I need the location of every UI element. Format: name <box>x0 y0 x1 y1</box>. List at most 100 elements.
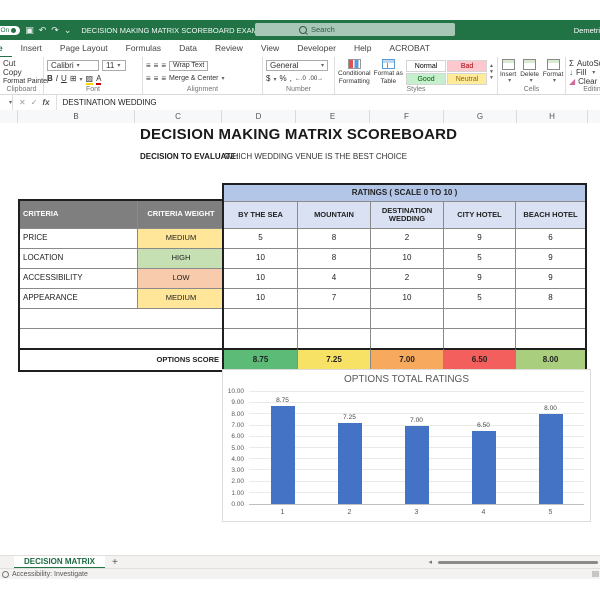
tab-data[interactable]: Data <box>170 40 206 58</box>
weight-cell[interactable]: MEDIUM <box>137 288 224 308</box>
score-cell[interactable]: 7 <box>297 288 370 308</box>
score-cell[interactable]: 8 <box>297 248 370 268</box>
copy-button[interactable]: Copy <box>3 68 22 77</box>
criteria-cell[interactable]: APPEARANCE <box>20 288 137 308</box>
empty-cell[interactable] <box>20 328 224 348</box>
percent-button[interactable]: % <box>279 74 286 83</box>
scroll-left-icon[interactable]: ◂ <box>428 558 432 566</box>
weight-cell[interactable]: LOW <box>137 268 224 288</box>
score-cell[interactable]: 10 <box>224 248 297 268</box>
enter-icon[interactable]: ✓ <box>31 98 38 107</box>
options-score-value[interactable]: 7.25 <box>297 348 370 370</box>
tab-home[interactable]: Home <box>0 40 12 58</box>
style-chip-good[interactable]: Good <box>406 73 447 85</box>
chart-bar[interactable] <box>538 414 563 504</box>
tab-developer[interactable]: Developer <box>288 40 345 58</box>
search-input[interactable]: Search <box>255 23 455 36</box>
tab-page-layout[interactable]: Page Layout <box>51 40 117 58</box>
format-painter-button[interactable]: Format Painter <box>3 78 49 85</box>
criteria-cell[interactable]: ACCESSIBILITY <box>20 268 137 288</box>
score-cell[interactable]: 5 <box>224 228 297 248</box>
empty-cell[interactable] <box>515 308 585 328</box>
align-bottom-icon[interactable]: ≡ <box>161 61 166 70</box>
autosave-toggle[interactable]: On <box>0 25 21 35</box>
column-header-E[interactable]: E <box>296 110 370 123</box>
column-header-B[interactable]: B <box>18 110 135 123</box>
redo-icon[interactable]: ↷ <box>51 25 59 36</box>
fill-color-button[interactable]: ▨ <box>86 74 94 83</box>
borders-button[interactable]: ⊞ ▾ <box>70 74 83 83</box>
select-all-corner[interactable] <box>0 110 18 123</box>
undo-icon[interactable]: ↶ <box>39 25 47 36</box>
cut-button[interactable]: Cut <box>3 59 15 68</box>
column-header-F[interactable]: F <box>370 110 444 123</box>
options-score-value[interactable]: 8.75 <box>224 348 297 370</box>
empty-cell[interactable] <box>443 308 515 328</box>
empty-cell[interactable] <box>370 308 443 328</box>
empty-cell[interactable] <box>443 328 515 348</box>
insert-cells-button[interactable]: Insert ▾ <box>500 59 516 85</box>
score-cell[interactable]: 5 <box>443 248 515 268</box>
increase-decimal-button[interactable]: ←.0 <box>295 76 306 82</box>
number-format-select[interactable]: General ▾ <box>266 60 328 71</box>
delete-cells-button[interactable]: Delete ▾ <box>520 59 539 85</box>
score-cell[interactable]: 8 <box>297 228 370 248</box>
score-cell[interactable]: 10 <box>224 268 297 288</box>
font-name-select[interactable]: Calibri ▾ <box>47 60 99 71</box>
cancel-icon[interactable]: ✕ <box>19 98 26 107</box>
style-chip-neutral[interactable]: Neutral <box>447 73 488 85</box>
tab-formulas[interactable]: Formulas <box>117 40 170 58</box>
styles-gallery-arrows[interactable]: ▲ ▼ ▼ <box>489 59 494 85</box>
underline-button[interactable]: U <box>61 74 67 83</box>
score-cell[interactable]: 2 <box>370 228 443 248</box>
options-score-value[interactable]: 6.50 <box>443 348 515 370</box>
sheet-grid[interactable]: DECISION MAKING MATRIX SCOREBOARD DECISI… <box>0 123 600 555</box>
weight-cell[interactable]: MEDIUM <box>137 228 224 248</box>
weight-cell[interactable]: HIGH <box>137 248 224 268</box>
options-score-value[interactable]: 7.00 <box>370 348 443 370</box>
tab-view[interactable]: View <box>252 40 288 58</box>
empty-cell[interactable] <box>20 308 224 328</box>
formula-input[interactable]: DESTINATION WEDDING <box>57 98 157 107</box>
column-header-H[interactable]: H <box>517 110 588 123</box>
format-as-table-button[interactable]: Format as Table <box>373 59 405 85</box>
score-cell[interactable]: 5 <box>443 288 515 308</box>
align-center-icon[interactable]: ≡ <box>154 74 159 83</box>
font-color-button[interactable]: A <box>96 74 101 83</box>
score-cell[interactable]: 4 <box>297 268 370 288</box>
autosum-button[interactable]: AutoSum <box>577 59 600 68</box>
name-box[interactable]: ▾ <box>0 95 13 110</box>
empty-cell[interactable] <box>297 308 370 328</box>
criteria-cell[interactable]: PRICE <box>20 228 137 248</box>
score-cell[interactable]: 9 <box>515 248 585 268</box>
comma-button[interactable]: , <box>290 74 292 83</box>
bold-button[interactable]: B <box>47 74 53 83</box>
insert-function-icon[interactable]: fx <box>42 98 49 107</box>
column-header-G[interactable]: G <box>444 110 517 123</box>
column-header-C[interactable]: C <box>135 110 222 123</box>
tab-help[interactable]: Help <box>345 40 380 58</box>
chart-bar[interactable] <box>404 425 429 504</box>
currency-button[interactable]: $ ▾ <box>266 74 276 83</box>
score-cell[interactable]: 10 <box>370 288 443 308</box>
font-size-select[interactable]: 11 ▾ <box>102 60 126 71</box>
wrap-text-button[interactable]: Wrap Text <box>169 60 209 71</box>
align-top-icon[interactable]: ≡ <box>146 61 151 70</box>
chart-container[interactable]: OPTIONS TOTAL RATINGS 0.00 1.00 2.00 3.00 4.… <box>222 369 591 522</box>
accessibility-status[interactable]: Accessibility: Investigate <box>12 571 88 578</box>
empty-cell[interactable] <box>370 328 443 348</box>
align-left-icon[interactable]: ≡ <box>146 74 151 83</box>
tab-review[interactable]: Review <box>206 40 252 58</box>
merge-center-button[interactable]: Merge & Center ▾ <box>169 75 224 82</box>
chart-bar[interactable] <box>471 431 496 504</box>
style-chip-bad[interactable]: Bad <box>447 60 488 72</box>
chart-bar[interactable] <box>337 422 362 504</box>
horizontal-scrollbar[interactable] <box>438 561 598 564</box>
score-cell[interactable]: 9 <box>515 268 585 288</box>
criteria-cell[interactable]: LOCATION <box>20 248 137 268</box>
align-right-icon[interactable]: ≡ <box>161 74 166 83</box>
empty-cell[interactable] <box>515 328 585 348</box>
conditional-formatting-button[interactable]: Conditional Formatting <box>338 59 371 85</box>
score-cell[interactable]: 9 <box>443 228 515 248</box>
score-cell[interactable]: 10 <box>224 288 297 308</box>
